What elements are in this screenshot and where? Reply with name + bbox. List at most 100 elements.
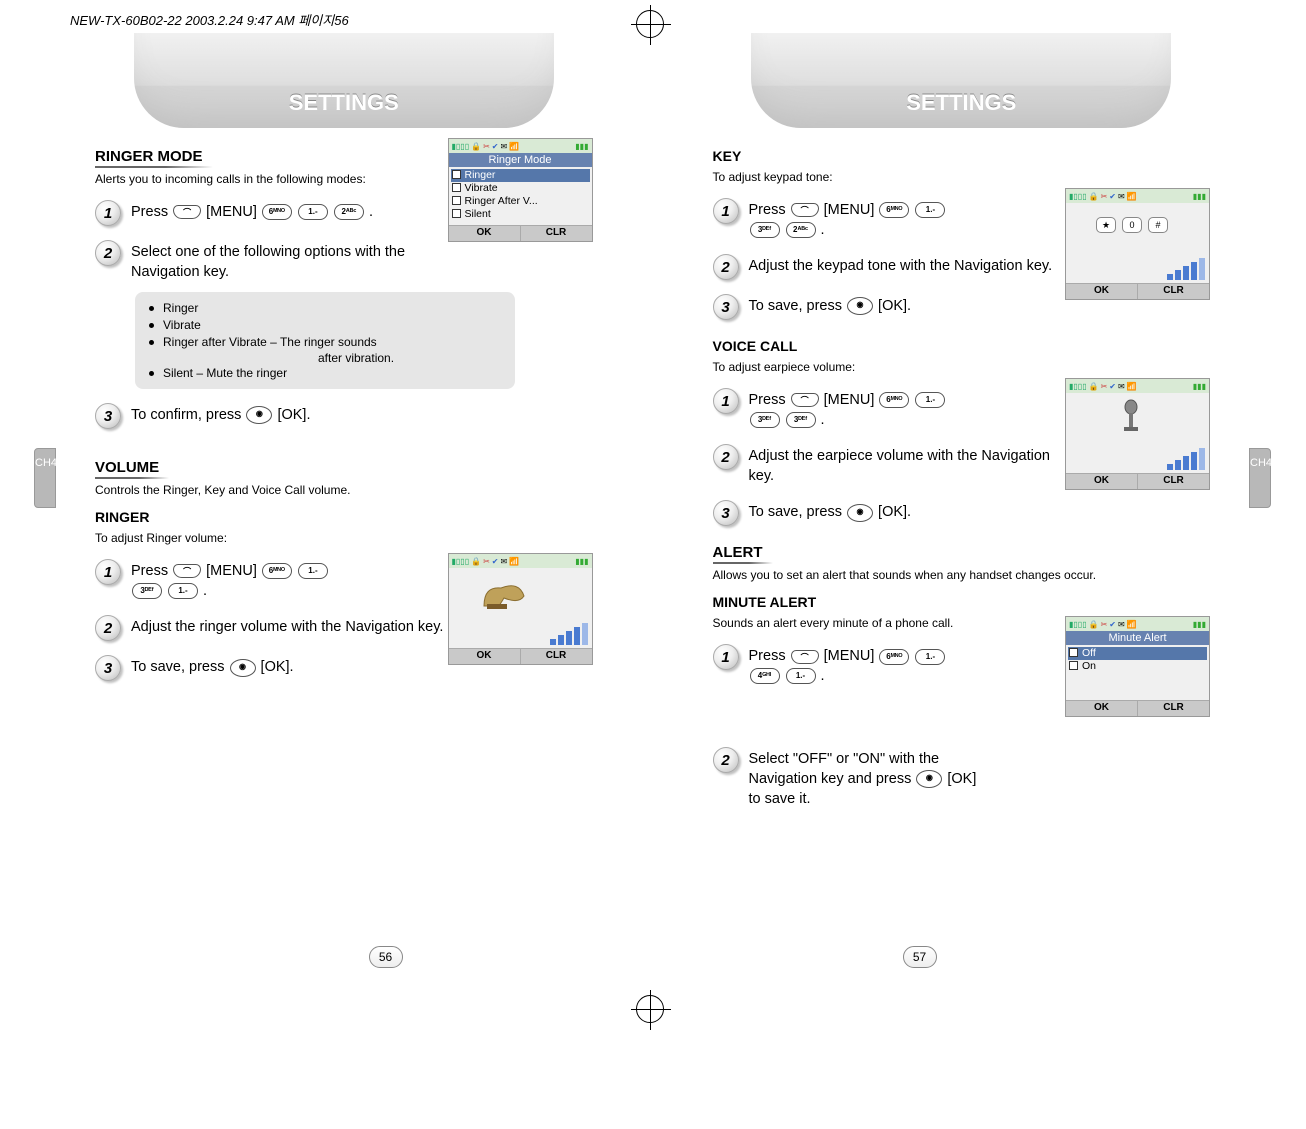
ringer-mode-step-1-text: Press ⌒ [MENU] 6ᴹᴺᴼ 1.- 2ᴬᴮᶜ . (131, 200, 373, 223)
phone-softkey-clr: CLR (1138, 283, 1209, 299)
softkey-icon: ⌒ (791, 393, 819, 407)
ringer-step-3: 3 To save, press ◉ [OK]. (95, 655, 448, 681)
step-number-icon: 1 (713, 644, 739, 670)
phone-status-bar: ▮▯▯▯🔒✂✔✉📶▮▮▮ (449, 554, 592, 568)
key-step-3: 3 To save, press ◉ [OK]. (713, 294, 1066, 320)
key-2-icon: 2ᴬᴮᶜ (786, 222, 816, 238)
phone-softkey-clr: CLR (1138, 473, 1209, 489)
ringer-mode-step-2-text: Select one of the following options with… (131, 240, 448, 282)
key-1-icon: 1.- (168, 583, 198, 599)
step-number-icon: 2 (713, 254, 739, 280)
key-1-icon: 1.- (786, 668, 816, 684)
step-number-icon: 1 (95, 559, 121, 585)
step-number-icon: 2 (713, 747, 739, 773)
key-step-2-text: Adjust the keypad tone with the Navigati… (749, 254, 1053, 277)
ringer-mode-step-3: 3 To confirm, press ◉ [OK]. (95, 403, 593, 429)
softkey-icon: ⌒ (173, 564, 201, 578)
step-number-icon: 3 (95, 403, 121, 429)
softkey-icon: ⌒ (173, 205, 201, 219)
ok-key-icon: ◉ (847, 504, 873, 522)
page-spread: CH4 SETTINGS ▮▯▯▯🔒✂✔✉📶▮▮▮ Ringer Mode Ri… (65, 33, 1240, 983)
key-6-icon: 6ᴹᴺᴼ (262, 204, 292, 220)
key-3-icon: 3ᴰᴱᶠ (132, 583, 162, 599)
step-number-icon: 1 (95, 200, 121, 226)
chapter-tab-left: CH4 (34, 448, 56, 508)
settings-banner-right-label: SETTINGS (751, 90, 1171, 116)
file-meta-header: NEW-TX-60B02-22 2003.2.24 9:47 AM 페이지56 (70, 10, 349, 29)
ringer-heading: RINGER (95, 509, 593, 525)
key-4-icon: 4ᴳᴴᴵ (750, 668, 780, 684)
option-ringer-after-vibrate-cont: after vibration. (163, 351, 503, 365)
page-number-57: 57 (903, 946, 937, 968)
key-step-3-text: To save, press ◉ [OK]. (749, 294, 912, 317)
voice-step-1: 1 Press ⌒ [MENU] 6ᴹᴺᴼ 1.- 3ᴰᴱᶠ 3ᴰᴱᶠ . (713, 388, 1066, 430)
settings-banner-right: SETTINGS (751, 33, 1171, 128)
key-6-icon: 6ᴹᴺᴼ (879, 392, 909, 408)
ringer-mode-step-1: 1 Press ⌒ [MENU] 6ᴹᴺᴼ 1.- 2ᴬᴮᶜ . (95, 200, 448, 226)
phone-status-bar: ▮▯▯▯🔒✂✔✉📶▮▮▮ (1066, 189, 1209, 203)
ok-key-icon: ◉ (230, 659, 256, 677)
minute-step-2-text: Select "OFF" or "ON" with the Navigation… (749, 747, 977, 809)
step-number-icon: 1 (713, 388, 739, 414)
step-number-icon: 2 (95, 240, 121, 266)
phone-screen-ringer-mode: ▮▯▯▯🔒✂✔✉📶▮▮▮ Ringer Mode Ringer Vibrate … (448, 138, 593, 242)
phone-softkey-ok: OK (449, 225, 521, 241)
crop-mark-bottom (636, 995, 664, 1023)
phone-screen-voice: ▮▯▯▯🔒✂✔✉📶▮▮▮ OK CLR (1065, 378, 1210, 490)
ok-key-icon: ◉ (847, 297, 873, 315)
ok-key-icon: ◉ (916, 770, 942, 788)
option-vibrate: Vibrate (163, 317, 503, 334)
voice-call-heading: VOICE CALL (713, 338, 1211, 354)
key-6-icon: 6ᴹᴺᴼ (879, 202, 909, 218)
chapter-tab-right-label: CH4 (1250, 457, 1272, 469)
step-number-icon: 3 (713, 500, 739, 526)
ringer-mode-step-2: 2 Select one of the following options wi… (95, 240, 448, 282)
ok-key-icon: ◉ (246, 406, 272, 424)
voice-step-1-text: Press ⌒ [MENU] 6ᴹᴺᴼ 1.- 3ᴰᴱᶠ 3ᴰᴱᶠ . (749, 388, 947, 430)
phone-softkey-ok: OK (1066, 700, 1138, 716)
settings-banner-left-label: SETTINGS (134, 90, 554, 116)
phone-option-silent: Silent (451, 208, 590, 221)
alert-sub: Allows you to set an alert that sounds w… (713, 568, 1143, 582)
ringer-step-1-text: Press ⌒ [MENU] 6ᴹᴺᴼ 1.- 3ᴰᴱᶠ 1.- . (131, 559, 329, 601)
phone-option-off: Off (1068, 647, 1207, 660)
chapter-tab-right: CH4 (1249, 448, 1271, 508)
option-ringer-after-vibrate: Ringer after Vibrate – The ringer sounds (163, 334, 503, 351)
phone-status-bar: ▮▯▯▯🔒✂✔✉📶▮▮▮ (449, 139, 592, 153)
phone-screen-key: ▮▯▯▯🔒✂✔✉📶▮▮▮ ★0# OK CLR (1065, 188, 1210, 300)
voice-step-3: 3 To save, press ◉ [OK]. (713, 500, 1211, 526)
option-ringer: Ringer (163, 300, 503, 317)
softkey-icon: ⌒ (791, 650, 819, 664)
page-number-56: 56 (369, 946, 403, 968)
key-1-icon: 1.- (915, 202, 945, 218)
phone-option-ringer-after: Ringer After V... (451, 195, 590, 208)
minute-alert-heading: MINUTE ALERT (713, 594, 1211, 610)
phone-option-ringer: Ringer (451, 169, 590, 182)
phone-softkey-ok: OK (1066, 473, 1138, 489)
ringer-mode-heading: RINGER MODE (95, 148, 203, 165)
key-heading: KEY (713, 148, 1211, 164)
phone-softkey-clr: CLR (521, 648, 592, 664)
minute-step-2: 2 Select "OFF" or "ON" with the Navigati… (713, 747, 1211, 809)
ringer-step-1: 1 Press ⌒ [MENU] 6ᴹᴺᴼ 1.- 3ᴰᴱᶠ 1.- . (95, 559, 448, 601)
softkey-icon: ⌒ (791, 203, 819, 217)
phone-screen-title: Ringer Mode (449, 153, 592, 167)
voice-step-2: 2 Adjust the earpiece volume with the Na… (713, 444, 1066, 486)
minute-step-1-text: Press ⌒ [MENU] 6ᴹᴺᴼ 1.- 4ᴳᴴᴵ 1.- . (749, 644, 947, 686)
ringer-step-2: 2 Adjust the ringer volume with the Navi… (95, 615, 448, 641)
key-6-icon: 6ᴹᴺᴼ (879, 649, 909, 665)
phone-option-on: On (1068, 660, 1207, 673)
key-3-icon: 3ᴰᴱᶠ (750, 412, 780, 428)
phone-screen-minute-alert: ▮▯▯▯🔒✂✔✉📶▮▮▮ Minute Alert Off On OK CLR (1065, 616, 1210, 717)
key-step-2: 2 Adjust the keypad tone with the Naviga… (713, 254, 1066, 280)
key-step-1-text: Press ⌒ [MENU] 6ᴹᴺᴼ 1.- 3ᴰᴱᶠ 2ᴬᴮᶜ . (749, 198, 947, 240)
microphone-icon (1116, 399, 1146, 437)
chapter-tab-left-label: CH4 (35, 457, 57, 469)
volume-bars-icon (550, 623, 588, 645)
gramophone-icon (479, 576, 529, 611)
volume-heading: VOLUME (95, 459, 159, 476)
ringer-mode-options-box: Ringer Vibrate Ringer after Vibrate – Th… (135, 292, 515, 389)
key-3-icon: 3ᴰᴱᶠ (786, 412, 816, 428)
settings-banner-left: SETTINGS (134, 33, 554, 128)
keypad-illustration: ★0# (1096, 217, 1168, 233)
